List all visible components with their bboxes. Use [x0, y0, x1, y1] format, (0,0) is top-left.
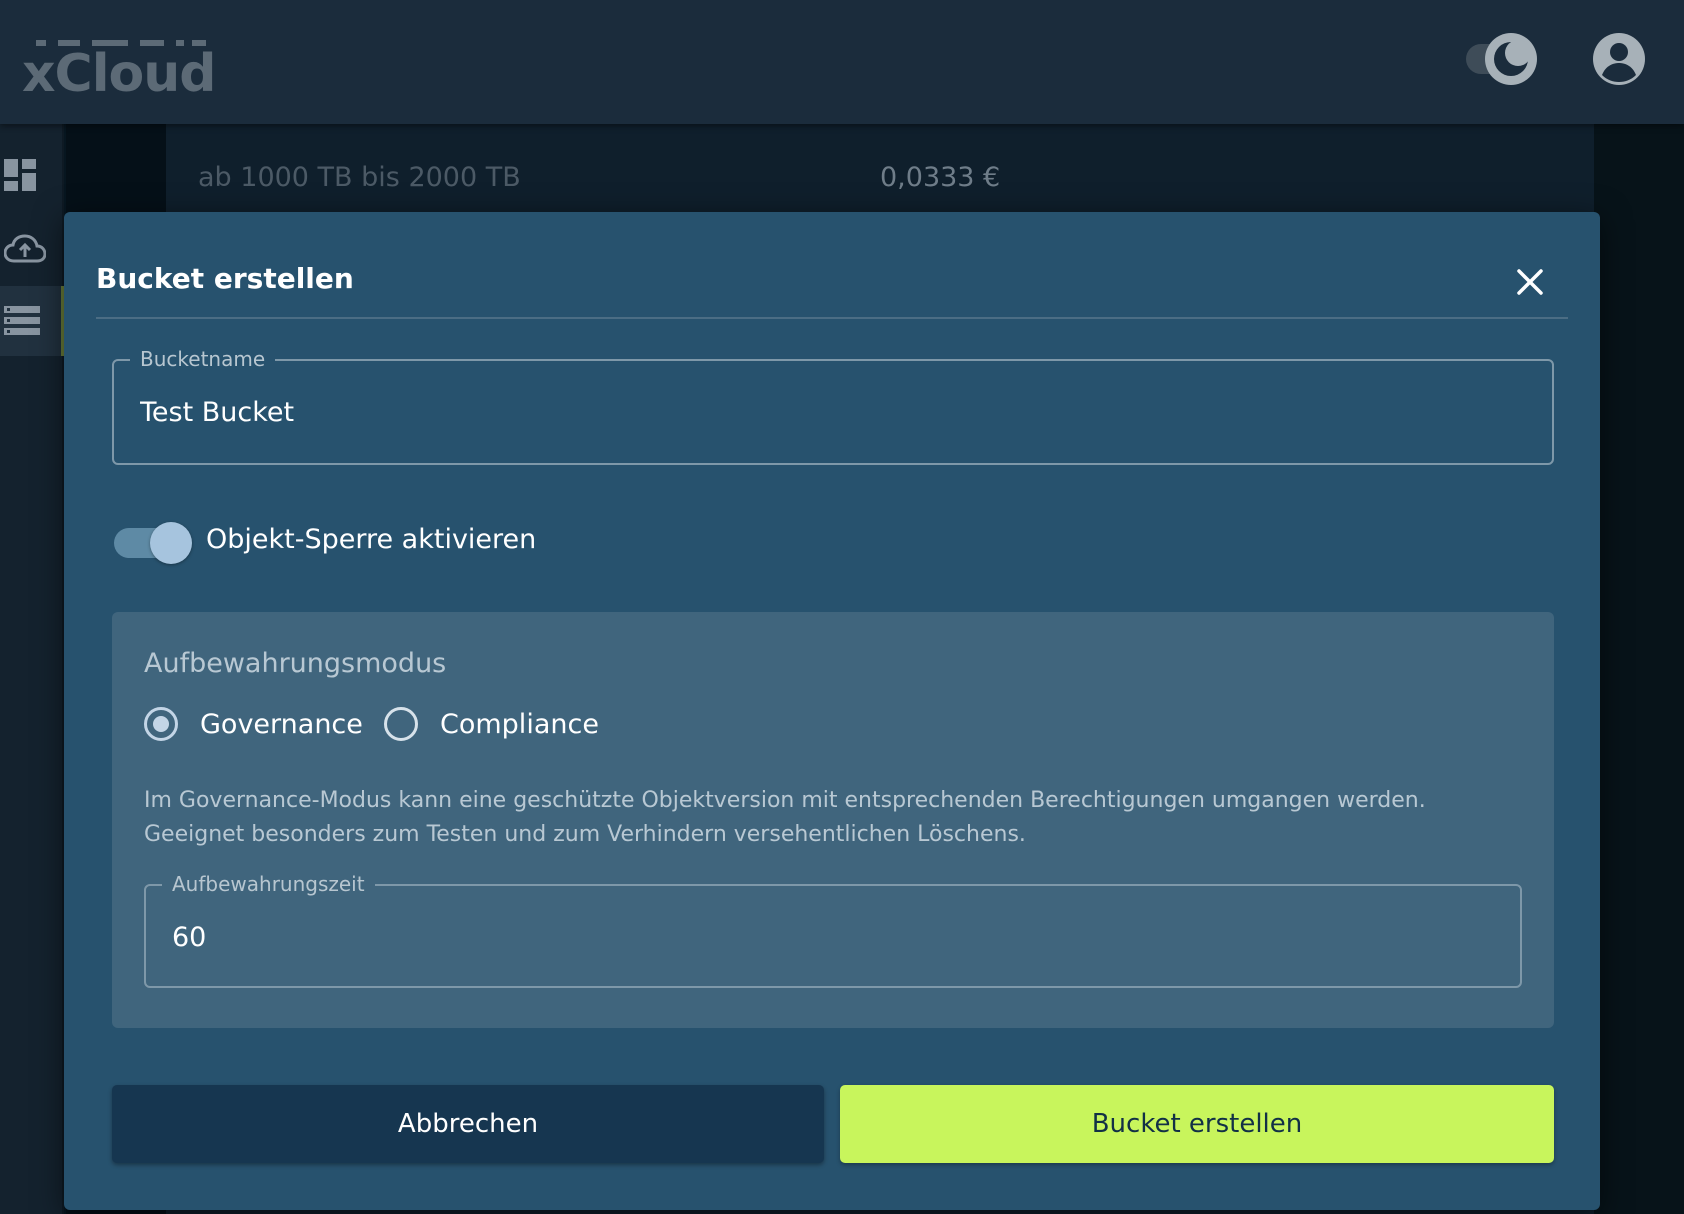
cancel-button[interactable]: Abbrechen: [112, 1085, 824, 1163]
logo-text: xCloud: [22, 44, 216, 104]
bucket-name-input[interactable]: [140, 389, 1520, 435]
top-app-bar: xCloud: [0, 0, 1684, 124]
sidebar-item-dashboard[interactable]: [0, 140, 64, 210]
retention-time-label: Aufbewahrungszeit: [162, 870, 375, 898]
close-icon: [1517, 269, 1543, 295]
account-circle-icon: [1593, 33, 1645, 85]
create-bucket-button[interactable]: Bucket erstellen: [840, 1085, 1554, 1163]
radio-unchecked-icon: [384, 707, 418, 741]
object-lock-label: Objekt-Sperre aktivieren: [206, 524, 537, 555]
radio-compliance-label: Compliance: [440, 708, 599, 740]
retention-description-line-2: Geeignet besonders zum Testen und zum Ve…: [144, 822, 1026, 847]
radio-governance[interactable]: Governance: [144, 702, 363, 746]
bucket-name-label: Bucketname: [130, 345, 276, 373]
sidebar: [0, 124, 64, 1214]
switch-knob: [150, 522, 192, 564]
object-lock-switch[interactable]: [112, 518, 194, 564]
retention-description: Im Governance-Modus kann eine geschützte…: [144, 784, 1524, 852]
theme-toggle[interactable]: [1466, 30, 1538, 90]
sidebar-item-storage[interactable]: [0, 286, 64, 356]
radio-compliance[interactable]: Compliance: [384, 702, 599, 746]
bucket-name-field: Bucketname: [112, 345, 1554, 465]
radio-checked-icon: [144, 707, 178, 741]
price-row-label: ab 1000 TB bis 2000 TB: [198, 162, 521, 193]
retention-time-field: Aufbewahrungszeit: [144, 870, 1522, 988]
dashboard-icon: [4, 159, 36, 191]
create-bucket-dialog: Bucket erstellen Bucketname Objekt-Sperr…: [64, 212, 1600, 1210]
storage-list-icon: [4, 306, 40, 335]
logo[interactable]: xCloud: [22, 38, 216, 104]
moon-icon: [1485, 33, 1537, 85]
dialog-title: Bucket erstellen: [96, 262, 354, 295]
account-button[interactable]: [1592, 32, 1646, 86]
cloud-upload-icon: [4, 234, 46, 263]
retention-mode-title: Aufbewahrungsmodus: [144, 648, 447, 679]
right-background-band: [1594, 124, 1684, 1214]
retention-panel: Aufbewahrungsmodus Governance Compliance…: [112, 612, 1554, 1028]
retention-time-input[interactable]: [172, 914, 1492, 960]
close-button[interactable]: [1510, 262, 1550, 302]
sidebar-item-upload[interactable]: [0, 214, 64, 284]
price-row-value: 0,0333 €: [880, 162, 1001, 193]
retention-description-line-1: Im Governance-Modus kann eine geschützte…: [144, 788, 1426, 813]
dialog-divider: [96, 317, 1568, 319]
radio-governance-label: Governance: [200, 708, 363, 740]
